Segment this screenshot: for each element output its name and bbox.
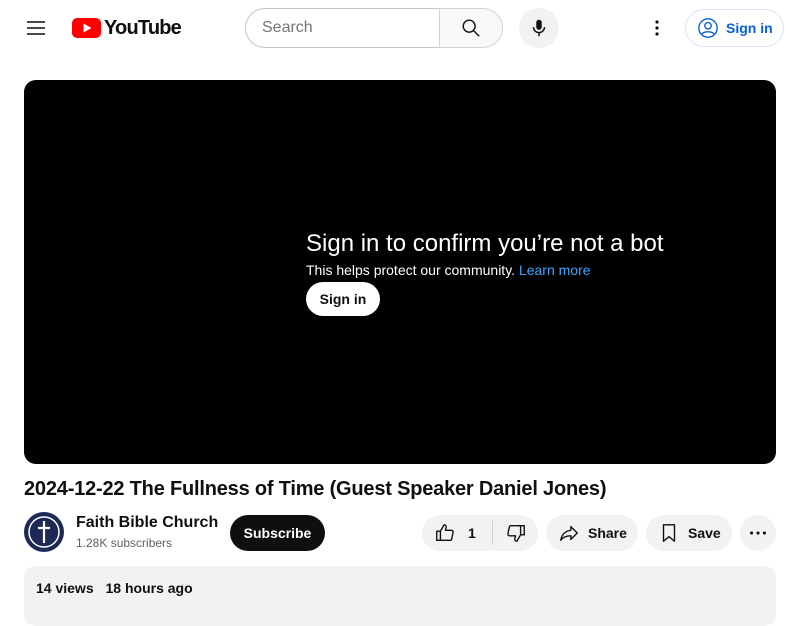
view-count: 14 views [36,580,94,596]
thumbs-down-icon [506,524,525,542]
search-icon [462,19,480,37]
share-icon [560,525,578,542]
learn-more-link[interactable]: Learn more [519,262,591,278]
video-player[interactable]: Sign in to confirm you’re not a bot This… [24,80,776,464]
bot-check-title: Sign in to confirm you’re not a bot [306,230,664,257]
search-input[interactable] [262,19,424,37]
channel-name[interactable]: Faith Bible Church [76,514,218,532]
settings-more-button[interactable] [637,8,677,48]
share-label: Share [588,525,627,541]
share-button[interactable]: Share [546,515,638,551]
more-vert-icon [655,20,659,36]
save-label: Save [688,525,721,541]
bot-check-subtitle-text: This helps protect our community. [306,262,516,278]
cross-logo-icon [25,513,63,551]
subscriber-count: 1.28K subscribers [76,536,173,550]
account-icon [698,18,718,38]
upload-date: 18 hours ago [105,580,193,596]
like-dislike-group: 1 [422,515,538,551]
description-box[interactable] [24,566,776,626]
bot-check-subtitle: This helps protect our community. Learn … [306,262,591,278]
channel-avatar[interactable] [24,512,64,552]
player-signin-button[interactable]: Sign in [306,282,380,316]
subscribe-button[interactable]: Subscribe [230,515,325,551]
dislike-button[interactable] [493,515,538,551]
youtube-logo-icon [72,18,101,38]
video-title: 2024-12-22 The Fullness of Time (Guest S… [24,478,607,500]
bookmark-icon [662,524,676,542]
mic-icon [532,19,546,37]
thumbs-up-icon [436,524,454,542]
description-meta: 14 views 18 hours ago [36,580,193,596]
more-actions-button[interactable] [740,515,776,551]
voice-search-button[interactable] [519,8,559,48]
search-box[interactable] [245,8,440,48]
save-button[interactable]: Save [646,515,732,551]
like-button[interactable]: 1 [422,515,492,551]
logo-text: YouTube [104,16,182,39]
more-horiz-icon [750,531,766,535]
menu-icon [27,21,45,35]
like-count: 1 [468,525,476,541]
youtube-logo[interactable]: YouTube [72,16,182,40]
header-signin-button[interactable]: Sign in [685,9,784,47]
search-button[interactable] [439,8,503,48]
header-signin-label: Sign in [726,20,773,36]
menu-button[interactable] [16,8,56,48]
